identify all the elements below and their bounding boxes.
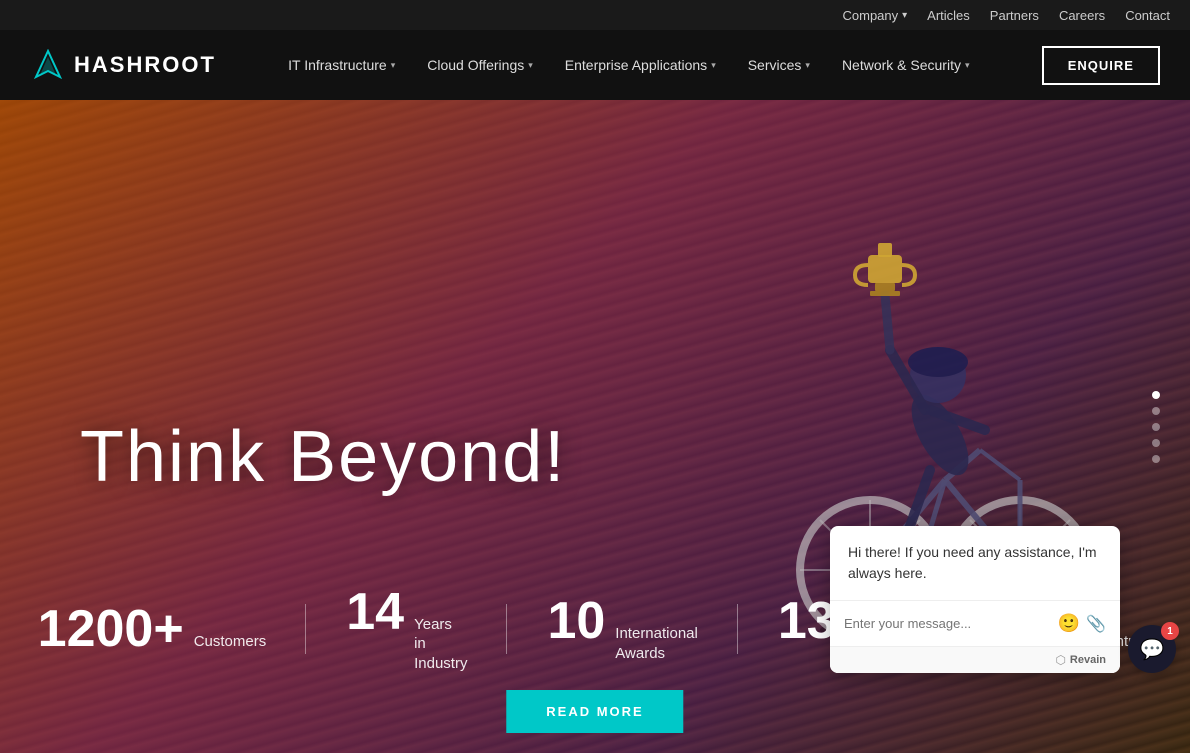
nav-links: IT Infrastructure Cloud Offerings Enterp… (274, 49, 983, 81)
stat-customers: 1200+ Customers (0, 603, 306, 655)
chat-badge: 1 (1161, 622, 1179, 640)
slide-dot-1[interactable] (1152, 391, 1160, 399)
slide-dot-2[interactable] (1152, 407, 1160, 415)
careers-link[interactable]: Careers (1059, 8, 1105, 23)
logo-text: HASHROOT (74, 52, 216, 78)
nav-cloud-offerings[interactable]: Cloud Offerings (413, 49, 547, 81)
slide-dots (1152, 391, 1160, 463)
attach-icon[interactable]: 📎 (1086, 614, 1106, 634)
contact-link[interactable]: Contact (1125, 8, 1170, 23)
enquire-button[interactable]: ENQUIRE (1042, 46, 1160, 85)
nav-enterprise-applications[interactable]: Enterprise Applications (551, 49, 730, 81)
hero-title: Think Beyond! (80, 416, 566, 498)
company-link[interactable]: Company (843, 8, 908, 23)
chat-input[interactable] (844, 616, 1058, 631)
top-bar: Company Articles Partners Careers Contac… (0, 0, 1190, 30)
chat-bubble-icon: 💬 (1140, 637, 1165, 662)
slide-dot-4[interactable] (1152, 439, 1160, 447)
logo-icon (30, 47, 66, 83)
chat-footer: ⬡ Revain (830, 646, 1120, 673)
chat-header: Hi there! If you need any assistance, I'… (830, 526, 1120, 601)
stat-years: 14 Years in Industry (306, 586, 507, 674)
slide-dot-5[interactable] (1152, 455, 1160, 463)
chat-greeting: Hi there! If you need any assistance, I'… (848, 542, 1102, 584)
nav-services[interactable]: Services (734, 49, 824, 81)
revain-icon: ⬡ (1055, 653, 1065, 667)
hero-section: Think Beyond! 1200+ Customers 14 Years i… (0, 100, 1190, 753)
emoji-icon[interactable]: 🙂 (1058, 613, 1080, 634)
stat-customers-number: 1200+ (38, 603, 184, 655)
nav-it-infrastructure[interactable]: IT Infrastructure (274, 49, 409, 81)
articles-link[interactable]: Articles (927, 8, 970, 23)
logo[interactable]: HASHROOT (30, 47, 216, 83)
stat-years-label: Years in Industry (414, 615, 467, 674)
read-more-button[interactable]: READ MORE (506, 690, 683, 733)
stat-awards: 10 International Awards (507, 595, 737, 663)
stat-years-number: 14 (346, 586, 404, 638)
partners-link[interactable]: Partners (990, 8, 1039, 23)
stat-locations-number: 13 (778, 595, 836, 647)
chat-input-area: 🙂 📎 (830, 601, 1120, 646)
revain-brand: Revain (1070, 654, 1106, 666)
slide-dot-3[interactable] (1152, 423, 1160, 431)
stat-customers-label: Customers (194, 632, 267, 652)
chat-icons: 🙂 📎 (1058, 613, 1106, 634)
stat-awards-label: International Awards (615, 624, 698, 663)
chat-widget: Hi there! If you need any assistance, I'… (830, 526, 1120, 673)
chat-bubble-button[interactable]: 💬 1 (1128, 625, 1176, 673)
stat-awards-number: 10 (547, 595, 605, 647)
nav-network-security[interactable]: Network & Security (828, 49, 984, 81)
main-nav: HASHROOT IT Infrastructure Cloud Offerin… (0, 30, 1190, 100)
